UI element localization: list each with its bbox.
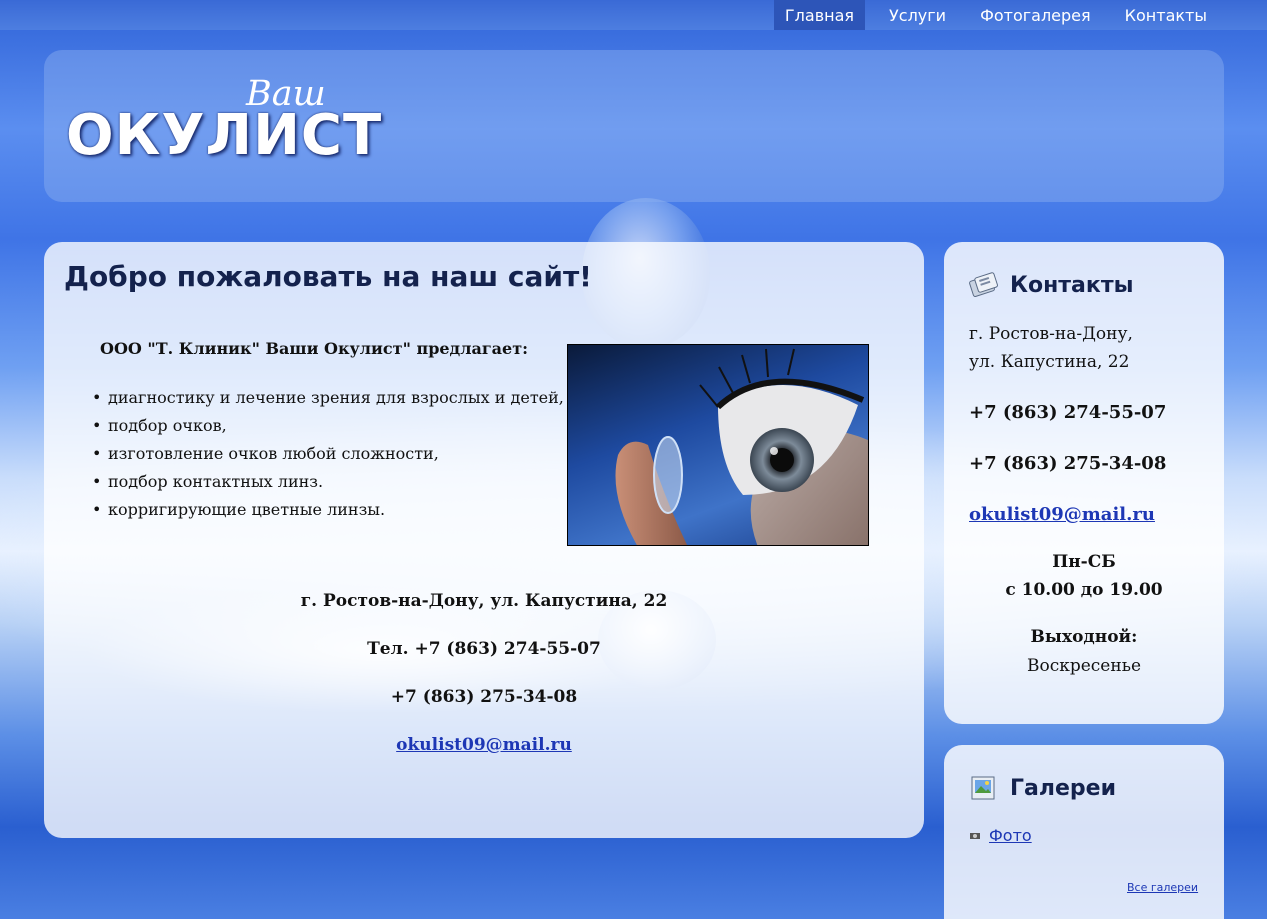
day-off-value: Воскресенье	[1026, 656, 1142, 676]
address-text: г. Ростов-на-Дону, ул. Капустина, 22	[300, 591, 668, 611]
list-item: изготовление очков любой сложности,	[92, 440, 564, 468]
list-item: корригирующие цветные линзы.	[92, 496, 564, 524]
phone-text-2: +7 (863) 275-34-08	[390, 687, 578, 707]
nav-item-contacts[interactable]: Контакты	[1108, 0, 1224, 30]
phone-book-icon	[969, 272, 998, 297]
work-days: Пн-СБ	[1052, 552, 1116, 572]
nav-item-services[interactable]: Услуги	[872, 0, 963, 30]
list-item: подбор очков,	[92, 412, 564, 440]
nav-item-photo-gallery[interactable]: Фотогалерея	[963, 0, 1108, 30]
gallery-item-photo[interactable]: Фото	[970, 826, 1032, 845]
list-item: подбор контактных линз.	[92, 468, 564, 496]
contacts-heading: Контакты	[968, 272, 1133, 298]
contacts-email-link[interactable]: okulist09@mail.ru	[969, 504, 1155, 525]
email-link[interactable]: okulist09@mail.ru	[396, 735, 572, 755]
galleries-panel: Галереи Фото Все галереи	[944, 745, 1224, 919]
contacts-panel: Контакты г. Ростов-на-Дону, ул. Капустин…	[944, 242, 1224, 724]
phone-text: Тел. +7 (863) 274-55-07	[367, 639, 601, 659]
main-content: Добро пожаловать на наш сайт! ООО "Т. Кл…	[44, 242, 924, 838]
gallery-link-photo[interactable]: Фото	[989, 826, 1032, 845]
contacts-address-line2: ул. Капустина, 22	[969, 352, 1130, 372]
all-galleries-link[interactable]: Все галереи	[1127, 881, 1198, 894]
eye-contact-lens-photo	[567, 344, 869, 546]
day-off-label: Выходной:	[1030, 627, 1138, 647]
galleries-heading: Галереи	[968, 775, 1116, 801]
services-list: диагностику и лечение зрения для взрослы…	[92, 384, 564, 524]
nav-item-home[interactable]: Главная	[773, 0, 866, 30]
contacts-phone-1: +7 (863) 274-55-07	[969, 402, 1167, 423]
top-navigation: Главная Услуги Фотогалерея Контакты	[0, 0, 1267, 30]
logo-title[interactable]: ОКУЛИСТ	[66, 103, 382, 168]
camera-icon	[970, 833, 980, 839]
page-title: Добро пожаловать на наш сайт!	[64, 260, 592, 293]
contacts-phone-2: +7 (863) 275-34-08	[969, 453, 1167, 474]
intro-text: ООО "Т. Клиник" Ваши Окулист" предлагает…	[100, 339, 529, 358]
list-item: диагностику и лечение зрения для взрослы…	[92, 384, 564, 412]
picture-icon	[971, 776, 995, 800]
work-hours: с 10.00 до 19.00	[1005, 580, 1163, 600]
contacts-address-line1: г. Ростов-на-Дону,	[969, 324, 1133, 344]
